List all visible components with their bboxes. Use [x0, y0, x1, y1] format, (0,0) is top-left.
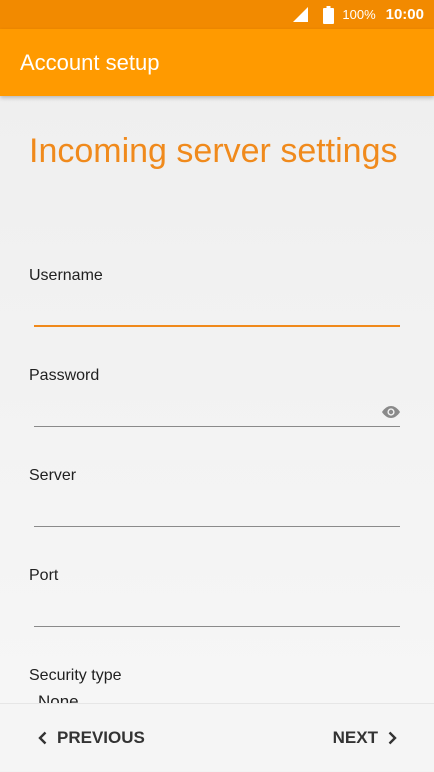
chevron-left-icon	[38, 731, 47, 745]
password-label: Password	[29, 367, 100, 384]
battery-percentage: 100%	[342, 7, 376, 22]
status-bar: 100% 10:00	[0, 0, 434, 29]
security-type-select[interactable]: None	[38, 692, 79, 703]
next-button-label: NEXT	[332, 728, 378, 747]
password-input[interactable]	[34, 426, 400, 427]
server-label: Server	[29, 467, 77, 484]
app-bar: Account setup	[0, 29, 434, 96]
username-input[interactable]	[34, 325, 400, 327]
battery-icon	[323, 5, 335, 24]
security-type-label: Security type	[29, 667, 122, 684]
previous-button-label: PREVIOUS	[57, 728, 145, 747]
port-label: Port	[29, 567, 59, 584]
clock: 10:00	[385, 6, 424, 23]
signal-icon	[292, 6, 309, 23]
previous-button[interactable]: PREVIOUS	[38, 704, 145, 772]
form-content[interactable]: Incoming server settings Username Passwo…	[0, 96, 434, 703]
bottom-navigation-bar: PREVIOUS NEXT	[0, 703, 434, 771]
port-input[interactable]	[34, 626, 400, 627]
chevron-right-icon	[388, 731, 397, 745]
page-title: Incoming server settings	[29, 132, 398, 170]
username-label: Username	[29, 267, 103, 284]
next-button[interactable]: NEXT	[333, 704, 397, 772]
eye-icon[interactable]	[379, 400, 403, 424]
server-input[interactable]	[34, 526, 400, 527]
app-bar-title: Account setup	[20, 49, 160, 75]
